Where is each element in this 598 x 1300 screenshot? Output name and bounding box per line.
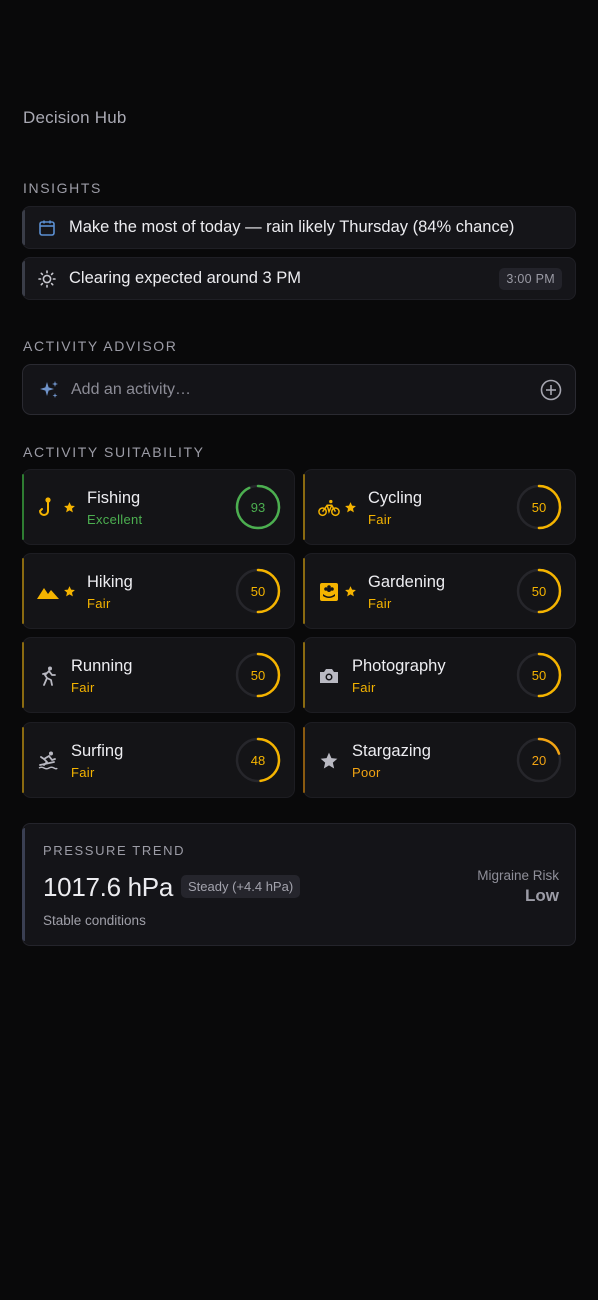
page-title: Decision Hub bbox=[23, 108, 127, 127]
score-value: 50 bbox=[250, 667, 266, 683]
activity-name: Cycling bbox=[368, 489, 423, 507]
pressure-value: 1017.6 hPa bbox=[43, 872, 174, 902]
activity-name: Running bbox=[71, 657, 133, 675]
activity-name: Gardening bbox=[368, 573, 446, 591]
activity-rating: Fair bbox=[71, 765, 95, 780]
insight-text: Make the most of today — rain likely Thu… bbox=[69, 218, 515, 236]
activity-input[interactable]: Add an activity… bbox=[22, 364, 576, 415]
activity-card-hiking[interactable]: Hiking Fair 50 bbox=[22, 553, 295, 629]
activity-card-surfing[interactable]: Surfing Fair 48 bbox=[22, 722, 295, 798]
score-value: 48 bbox=[250, 752, 266, 768]
pressure-trend-label: PRESSURE TREND bbox=[43, 843, 186, 858]
mountain-icon bbox=[37, 581, 59, 603]
pressure-description: Stable conditions bbox=[43, 913, 146, 928]
insights-label: INSIGHTS bbox=[23, 180, 102, 196]
migraine-risk-label: Migraine Risk bbox=[477, 868, 559, 883]
pressure-trend-badge: Steady (+4.4 hPa) bbox=[181, 875, 301, 898]
activity-card-cycling[interactable]: Cycling Fair 50 bbox=[303, 469, 576, 545]
favorite-star-icon bbox=[345, 502, 356, 513]
pressure-trend-card[interactable]: PRESSURE TREND 1017.6 hPa Steady (+4.4 h… bbox=[22, 823, 576, 946]
insight-card[interactable]: Make the most of today — rain likely Thu… bbox=[22, 206, 576, 249]
favorite-star-icon bbox=[345, 586, 356, 597]
calendar-icon bbox=[37, 218, 57, 238]
score-value: 50 bbox=[531, 667, 547, 683]
score-value: 50 bbox=[531, 499, 547, 515]
activity-rating: Fair bbox=[87, 596, 111, 611]
activity-suitability-label: ACTIVITY SUITABILITY bbox=[23, 444, 205, 460]
favorite-star-icon bbox=[64, 586, 75, 597]
insight-text: Clearing expected around 3 PM bbox=[69, 269, 302, 287]
activity-name: Hiking bbox=[87, 573, 133, 591]
add-activity-button[interactable] bbox=[539, 378, 563, 402]
score-value: 93 bbox=[250, 499, 266, 515]
activity-card-stargazing[interactable]: Stargazing Poor 20 bbox=[303, 722, 576, 798]
activity-card-photography[interactable]: Photography Fair 50 bbox=[303, 637, 576, 713]
flower-icon bbox=[318, 581, 340, 603]
star-icon bbox=[318, 750, 340, 772]
fishing-hook-icon bbox=[37, 497, 59, 519]
activity-rating: Fair bbox=[352, 680, 376, 695]
score-value: 50 bbox=[531, 583, 547, 599]
runner-icon bbox=[37, 665, 59, 687]
activity-name: Surfing bbox=[71, 742, 124, 760]
sparkle-icon bbox=[40, 380, 58, 398]
activity-card-fishing[interactable]: Fishing Excellent 93 bbox=[22, 469, 295, 545]
activity-rating: Fair bbox=[368, 596, 392, 611]
activity-card-gardening[interactable]: Gardening Fair 50 bbox=[303, 553, 576, 629]
score-value: 50 bbox=[250, 583, 266, 599]
activity-rating: Fair bbox=[368, 512, 392, 527]
activity-name: Photography bbox=[352, 657, 446, 675]
activity-input-placeholder: Add an activity… bbox=[71, 380, 192, 398]
surfing-icon bbox=[37, 750, 59, 772]
sun-icon bbox=[37, 269, 57, 289]
migraine-risk-value: Low bbox=[525, 886, 559, 905]
camera-icon bbox=[318, 665, 340, 687]
time-badge: 3:00 PM bbox=[499, 268, 562, 290]
insight-card[interactable]: Clearing expected around 3 PM 3:00 PM bbox=[22, 257, 576, 300]
activity-advisor-label: ACTIVITY ADVISOR bbox=[23, 338, 178, 354]
activity-rating: Poor bbox=[352, 765, 381, 780]
score-value: 20 bbox=[531, 752, 547, 768]
activity-name: Fishing bbox=[87, 489, 141, 507]
activity-rating: Excellent bbox=[87, 512, 143, 527]
favorite-star-icon bbox=[64, 502, 75, 513]
bicycle-icon bbox=[318, 497, 340, 519]
activity-name: Stargazing bbox=[352, 742, 431, 760]
activity-card-running[interactable]: Running Fair 50 bbox=[22, 637, 295, 713]
activity-rating: Fair bbox=[71, 680, 95, 695]
